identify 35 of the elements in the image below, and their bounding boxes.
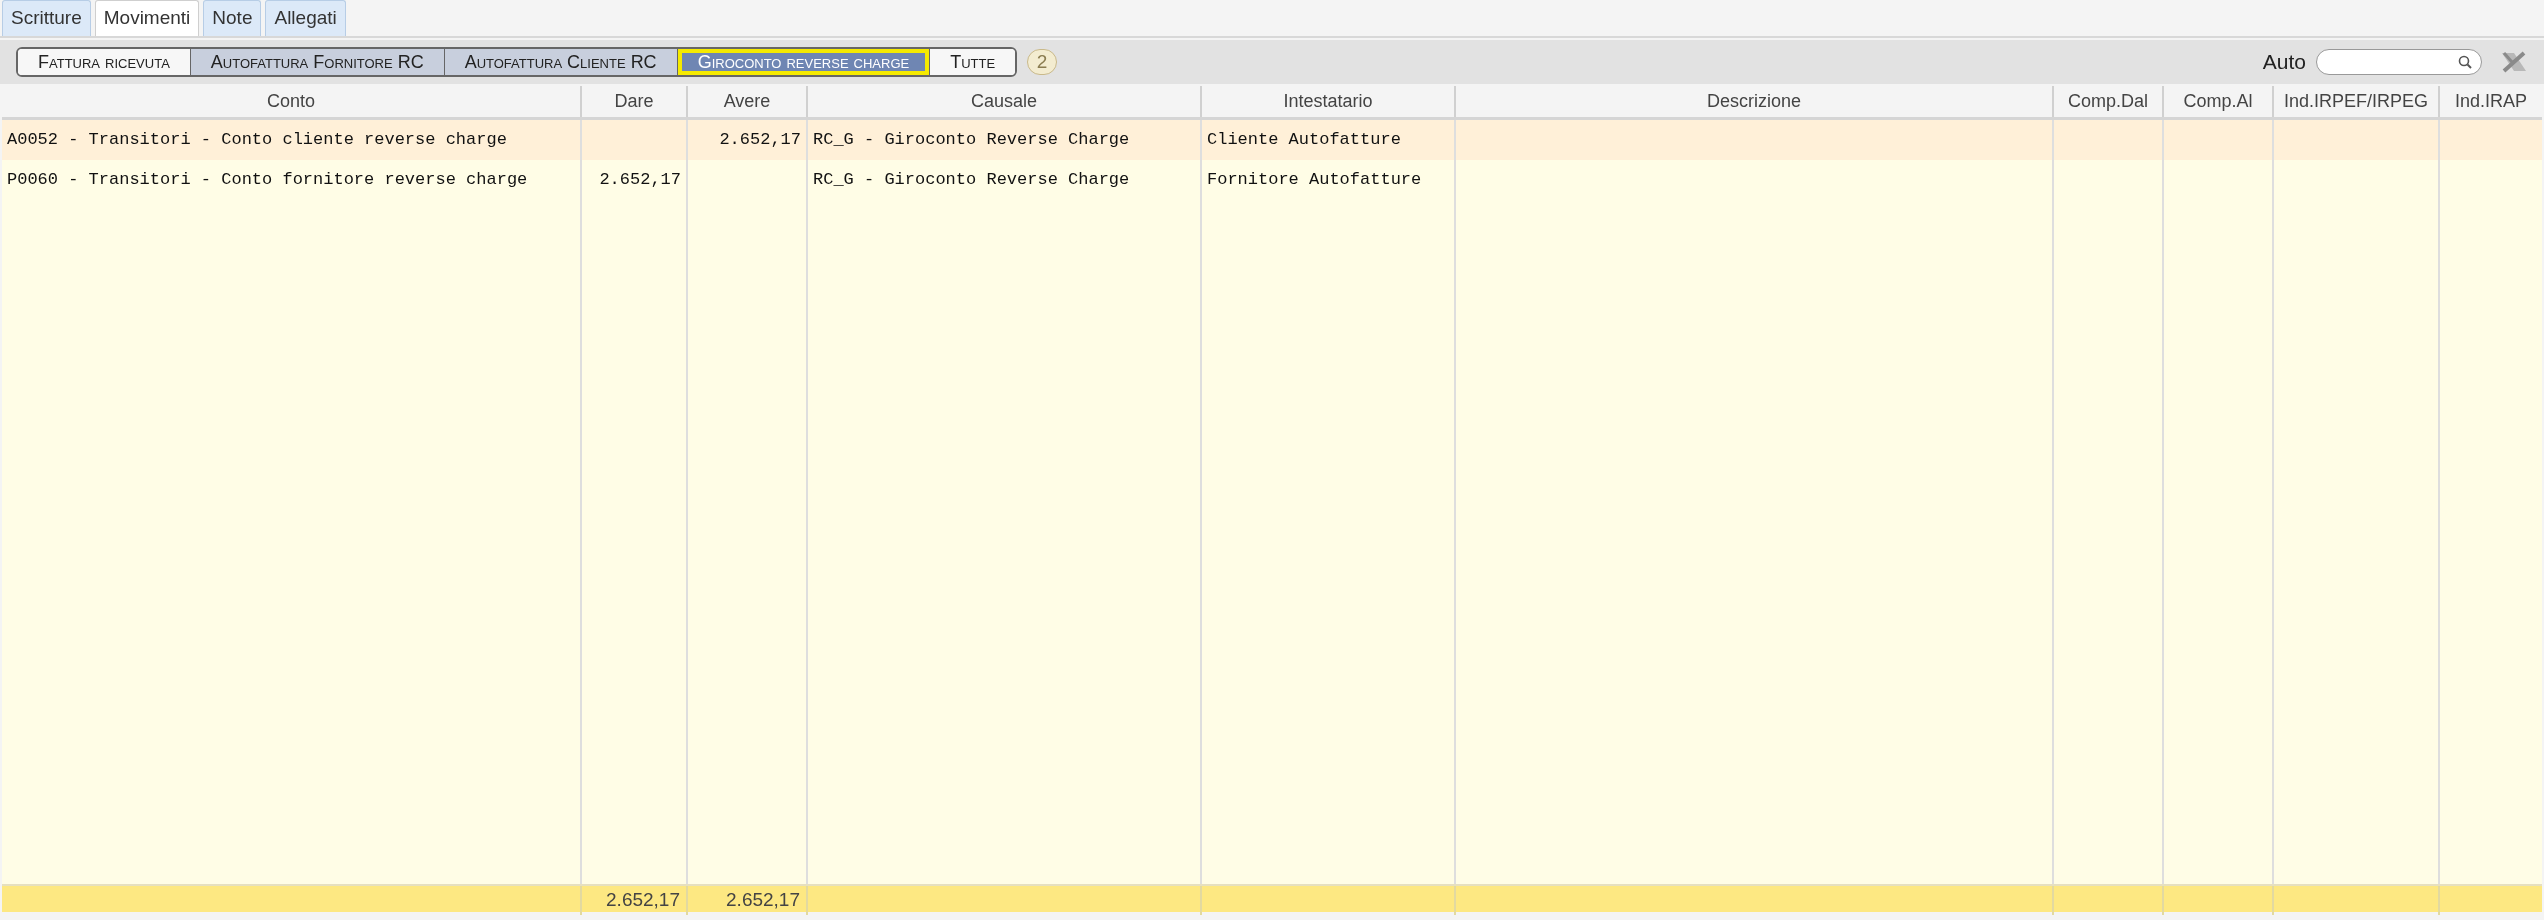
filter-button[interactable]: Autofattura Fornitore RC [190,49,445,75]
tab[interactable]: Movimenti [94,0,200,36]
column-header[interactable]: Ind.IRAP [2454,88,2527,115]
search-icon [2457,54,2473,70]
column-header[interactable]: Conto [266,88,315,115]
filter-button[interactable]: Giroconto reverse charge [677,49,931,75]
column-header[interactable]: Comp.Al [2183,88,2253,115]
table-cell-text: 2.652,17 [599,169,681,192]
column-header[interactable]: Causale [970,88,1037,115]
table-cell-text: RC_G - Giroconto Reverse Charge [813,129,1130,152]
column-header[interactable]: Ind.IRPEF/IRPEG [2283,88,2428,115]
column-header[interactable]: Avere [723,88,771,115]
table-row[interactable]: A0052 - Transitori - Conto cliente reverse charge 2.652,17 RC_G - Giroconto Reverse Charge Cliente Autofatture [2,120,2542,160]
tab[interactable]: Note [203,0,262,36]
search-label: Auto [2262,49,2306,76]
column-header[interactable]: Intestatario [1283,88,1373,115]
search-field[interactable] [2316,49,2482,75]
total-value: 2.652,17 [606,888,680,912]
total-value: 2.652,17 [726,888,800,912]
filter-button[interactable]: Autofattura Cliente RC [444,49,678,75]
table-cell-text: Fornitore Autofatture [1207,169,1422,192]
filter-button[interactable]: Tutte [930,49,1016,75]
table-cell-text: A0052 - Transitori - Conto cliente reverse charge [7,129,507,152]
table-cell-text: Cliente Autofatture [1207,129,1401,152]
filter-button[interactable]: Fattura ricevuta [18,49,191,75]
table-cell-text: RC_G - Giroconto Reverse Charge [813,169,1130,192]
table-cell-text: P0060 - Transitori - Conto fornitore reverse charge [7,169,528,192]
column-header[interactable]: Descrizione [1706,88,1801,115]
table-cell-text: 2.652,17 [719,129,801,152]
tab[interactable]: Scritture [2,0,91,36]
count-badge: 2 [1027,49,1058,75]
excel-export-icon[interactable] [2500,50,2528,74]
column-header[interactable]: Comp.Dal [2068,88,2148,115]
tab[interactable]: Allegati [265,0,346,36]
column-header[interactable]: Dare [614,88,654,115]
